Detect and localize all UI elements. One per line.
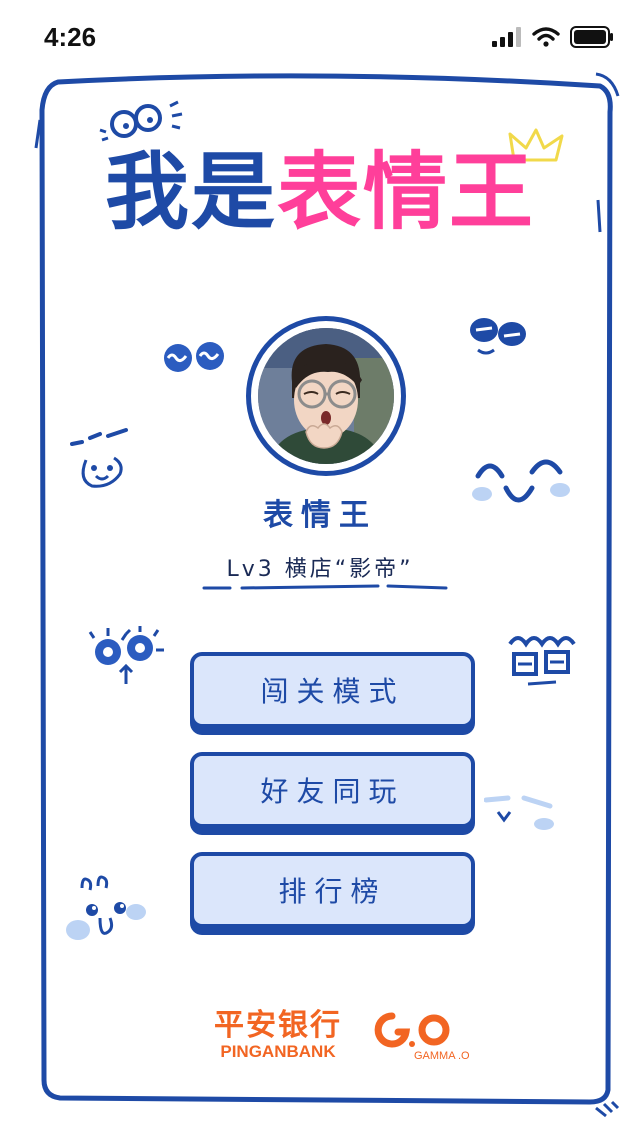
stage-mode-button[interactable]: 闯关模式 (190, 652, 475, 728)
sleepy-face-doodle (470, 318, 526, 355)
smile-face-doodle-left (70, 428, 128, 488)
bank-name-en: PINGANBANK (220, 1042, 336, 1061)
gamma-text: GAMMA .O (414, 1050, 470, 1062)
wavy-eyes-doodle (164, 342, 224, 372)
avatar[interactable] (246, 316, 406, 476)
gamma-logo: GAMMA .O (372, 1010, 470, 1062)
dash-face-doodle (484, 795, 554, 830)
virus-doodle (88, 626, 164, 684)
player-name: 表情王 (263, 498, 377, 533)
pingan-bank-logo: 平安银行 PINGANBANK (214, 1010, 342, 1062)
level-underline (202, 584, 448, 590)
bank-name-cn: 平安银行 (214, 1008, 342, 1043)
play-with-friends-button[interactable]: 好友同玩 (190, 752, 475, 828)
bunny-face-doodle (66, 875, 146, 940)
avatar-image (258, 328, 394, 464)
player-level: Lv3 横店“影帝” (226, 557, 414, 582)
square-eyes-doodle (508, 636, 576, 686)
leaderboard-button[interactable]: 排行榜 (190, 852, 475, 928)
page-title: 我是表情王 (0, 150, 640, 234)
gamma-logo-icon (374, 1012, 450, 1048)
title-part-a: 我是 (104, 143, 277, 241)
title-part-b: 表情王 (277, 143, 536, 241)
